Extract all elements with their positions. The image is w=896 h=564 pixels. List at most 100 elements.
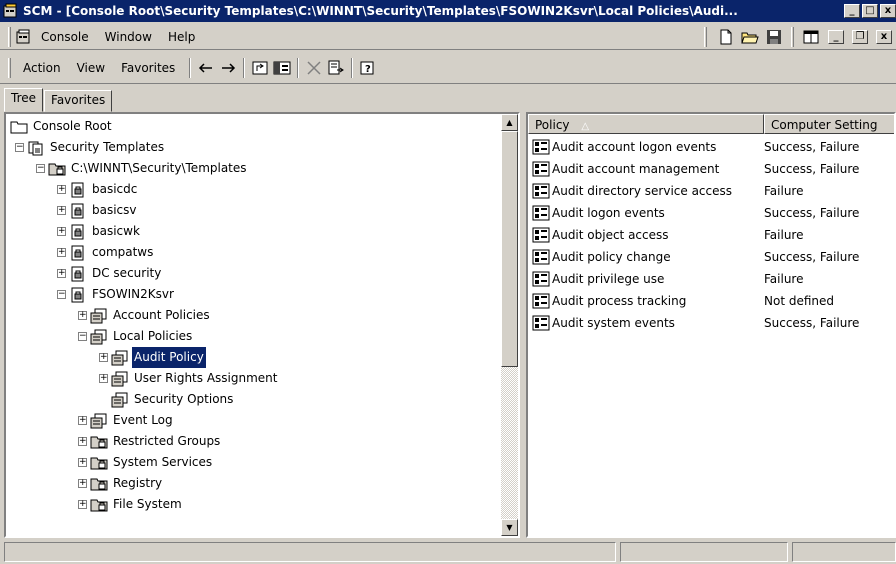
scroll-down-button[interactable]: ▼: [501, 519, 518, 536]
tree-node-user-rights-assignment[interactable]: + User Rights Assignment: [99, 368, 279, 389]
expand-icon[interactable]: +: [99, 374, 108, 383]
help-icon[interactable]: ?: [359, 59, 377, 77]
delete-icon[interactable]: [305, 59, 323, 77]
expand-icon[interactable]: +: [99, 353, 108, 362]
expand-icon[interactable]: +: [78, 416, 87, 425]
child-restore-button[interactable]: ❐: [852, 29, 868, 44]
tree-node-fsowin2ksvr[interactable]: − FSOWIN2Ksvr: [57, 284, 176, 305]
tree-node-compatws[interactable]: + compatws: [57, 242, 155, 263]
policy-icon: [90, 308, 108, 324]
scroll-up-button[interactable]: ▲: [501, 114, 518, 131]
expand-icon[interactable]: +: [78, 311, 87, 320]
mmc-app-icon[interactable]: [3, 3, 19, 19]
policy-row-audit-privilege-use[interactable]: Audit privilege use Failure: [528, 268, 894, 290]
policy-row-audit-directory-service-access[interactable]: Audit directory service access Failure: [528, 180, 894, 202]
tree-node-label: DC security: [92, 266, 162, 280]
tree-node-dc-security[interactable]: + DC security: [57, 263, 163, 284]
menu-help[interactable]: Help: [160, 27, 203, 47]
expand-icon[interactable]: +: [57, 248, 66, 257]
expand-icon[interactable]: +: [57, 227, 66, 236]
expand-icon[interactable]: +: [78, 437, 87, 446]
tree-node-c-winnt-security-templates[interactable]: − C:\WINNT\Security\Templates: [36, 158, 249, 179]
tree-node-basicwk[interactable]: + basicwk: [57, 221, 142, 242]
column-header-policy[interactable]: Policy △: [528, 114, 764, 134]
toolbar-separator: [791, 26, 794, 47]
folder-icon: [10, 119, 28, 135]
expand-icon[interactable]: +: [57, 206, 66, 215]
new-window-icon[interactable]: [802, 28, 820, 46]
tree-node-security-templates[interactable]: − Security Templates: [15, 137, 166, 158]
child-close-button[interactable]: x: [876, 29, 892, 44]
tree-node-audit-policy[interactable]: + Audit Policy: [99, 346, 207, 369]
computer-setting-value: Success, Failure: [764, 162, 860, 176]
tree-node-registry[interactable]: + Registry: [78, 473, 164, 494]
folder-lock-icon: [90, 476, 108, 492]
toolbar-separator-4: [351, 57, 354, 78]
action-toolbar-grip[interactable]: [8, 57, 11, 78]
tree-node-console-root[interactable]: Console Root: [10, 116, 114, 137]
close-button[interactable]: x: [880, 4, 896, 18]
policy-row-audit-process-tracking[interactable]: Audit process tracking Not defined: [528, 290, 894, 312]
policy-name: Audit logon events: [552, 206, 665, 220]
menu-console[interactable]: Console: [33, 27, 97, 47]
open-folder-icon[interactable]: [741, 28, 759, 46]
scroll-thumb[interactable]: [501, 131, 518, 367]
tree-node-security-options[interactable]: Security Options: [99, 389, 235, 410]
tree-node-basicsv[interactable]: + basicsv: [57, 200, 139, 221]
tree-node-label: C:\WINNT\Security\Templates: [71, 161, 247, 175]
menu-view[interactable]: View: [69, 58, 113, 78]
menu-window[interactable]: Window: [97, 27, 160, 47]
menu-bar: Console Window Help _ ❐ x: [0, 24, 896, 50]
policy-name: Audit object access: [552, 228, 669, 242]
toolbar-separator-1: [189, 57, 192, 78]
tree-node-basicdc[interactable]: + basicdc: [57, 179, 139, 200]
policy-row-audit-system-events[interactable]: Audit system events Success, Failure: [528, 312, 894, 334]
tree-node-restricted-groups[interactable]: + Restricted Groups: [78, 431, 222, 452]
expand-icon[interactable]: +: [57, 269, 66, 278]
column-header-computer-setting[interactable]: Computer Setting: [764, 114, 894, 134]
expand-icon[interactable]: +: [78, 458, 87, 467]
collapse-icon[interactable]: −: [78, 332, 87, 341]
collapse-icon[interactable]: −: [15, 143, 24, 152]
policy-row-audit-policy-change[interactable]: Audit policy change Success, Failure: [528, 246, 894, 268]
expand-icon[interactable]: +: [78, 479, 87, 488]
up-one-level-icon[interactable]: [251, 59, 269, 77]
collapse-icon[interactable]: −: [57, 290, 66, 299]
tree-vertical-scrollbar[interactable]: ▲ ▼: [501, 114, 518, 536]
policy-row-audit-account-logon-events[interactable]: Audit account logon events Success, Failu…: [528, 136, 894, 158]
policy-row-audit-logon-events[interactable]: Audit logon events Success, Failure: [528, 202, 894, 224]
menu-favorites[interactable]: Favorites: [113, 58, 183, 78]
title-bar[interactable]: SCM - [Console Root\Security Templates\C…: [0, 0, 896, 22]
policy-row-audit-object-access[interactable]: Audit object access Failure: [528, 224, 894, 246]
tab-favorites[interactable]: Favorites: [44, 90, 113, 112]
tree-node-local-policies[interactable]: − Local Policies: [78, 326, 194, 347]
menu-action[interactable]: Action: [15, 58, 69, 78]
show-hide-tree-icon[interactable]: [273, 59, 291, 77]
expand-icon[interactable]: +: [78, 500, 87, 509]
save-icon[interactable]: [765, 28, 783, 46]
menubar-grip[interactable]: [8, 26, 11, 47]
expand-icon[interactable]: +: [57, 185, 66, 194]
forward-arrow-icon[interactable]: [219, 59, 237, 77]
audit-policy-icon: [532, 249, 550, 265]
minimize-button[interactable]: _: [844, 4, 860, 18]
collapse-icon[interactable]: −: [36, 164, 45, 173]
new-file-icon[interactable]: [717, 28, 735, 46]
toolbar-separator-2: [243, 57, 246, 78]
policy-name: Audit privilege use: [552, 272, 665, 286]
tree-node-event-log[interactable]: + Event Log: [78, 410, 175, 431]
tree-node-account-policies[interactable]: + Account Policies: [78, 305, 212, 326]
action-toolbar: Action View Favorites ?: [0, 52, 896, 84]
policy-row-audit-account-management[interactable]: Audit account management Success, Failure: [528, 158, 894, 180]
child-minimize-button[interactable]: _: [828, 29, 844, 44]
pane-tabs: Tree Favorites: [4, 88, 113, 112]
tree-node-system-services[interactable]: + System Services: [78, 452, 214, 473]
maximize-button[interactable]: □: [862, 4, 878, 18]
export-list-icon[interactable]: [327, 59, 345, 77]
tree-node-label: basicdc: [92, 182, 138, 196]
back-arrow-icon[interactable]: [197, 59, 215, 77]
toolbar-grip[interactable]: [704, 26, 707, 47]
console-window-icon[interactable]: [15, 28, 33, 46]
tree-node-file-system[interactable]: + File System: [78, 494, 184, 515]
tab-tree[interactable]: Tree: [4, 88, 44, 112]
